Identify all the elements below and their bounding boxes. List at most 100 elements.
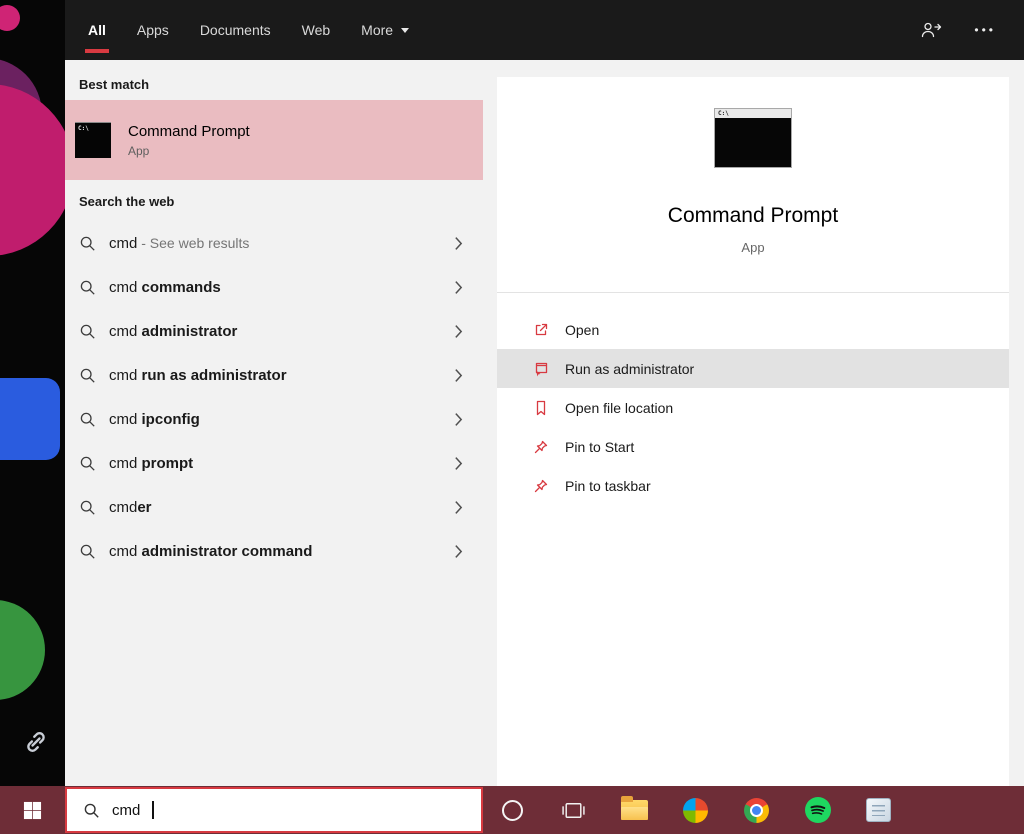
search-icon <box>79 543 96 560</box>
tab-web[interactable]: Web <box>302 0 331 60</box>
preview-card: C:\ Command Prompt App Open Run as admin… <box>497 77 1009 786</box>
best-match-text: Command Prompt App <box>128 123 250 158</box>
wallpaper-green-circle <box>0 600 45 700</box>
taskbar-search-input[interactable]: cmd <box>65 787 483 833</box>
pin-icon <box>533 478 549 494</box>
chevron-right-icon <box>454 544 463 559</box>
chevron-right-icon <box>454 324 463 339</box>
search-suggestion[interactable]: cmder <box>65 485 483 529</box>
app-title: Command Prompt <box>497 204 1009 228</box>
link-icon <box>22 728 50 756</box>
command-prompt-icon-glyph: C:\ <box>78 125 89 132</box>
suggestion-text: cmd administrator <box>109 323 441 340</box>
search-query-text: cmd <box>112 802 140 819</box>
tab-documents-label: Documents <box>200 22 271 38</box>
tab-more[interactable]: More <box>361 0 409 60</box>
file-location-icon <box>533 400 549 416</box>
file-explorer-icon[interactable] <box>604 786 665 834</box>
search-icon <box>79 279 96 296</box>
chevron-right-icon <box>454 280 463 295</box>
cortana-icon[interactable] <box>482 786 543 834</box>
search-icon <box>79 323 96 340</box>
search-suggestion[interactable]: cmd prompt <box>65 441 483 485</box>
windows-logo-icon <box>23 801 42 820</box>
filter-tabs: All Apps Documents Web More <box>65 0 409 60</box>
signin-options-icon[interactable] <box>920 21 942 39</box>
pin-icon <box>533 439 549 455</box>
search-icon <box>83 802 100 819</box>
best-match-header: Best match <box>65 76 483 94</box>
task-view-icon[interactable] <box>543 786 604 834</box>
search-icon <box>79 411 96 428</box>
best-match-title: Command Prompt <box>128 123 250 140</box>
pinwheel-app-icon[interactable] <box>665 786 726 834</box>
tab-all-label: All <box>88 22 106 38</box>
search-suggestion[interactable]: cmd administrator <box>65 309 483 353</box>
search-suggestion[interactable]: cmd commands <box>65 265 483 309</box>
search-icon <box>79 499 96 516</box>
open-icon <box>533 322 549 338</box>
tab-apps-label: Apps <box>137 22 169 38</box>
search-suggestion[interactable]: cmd ipconfig <box>65 397 483 441</box>
action-run-as-administrator[interactable]: Run as administrator <box>497 349 1009 388</box>
command-prompt-icon-large: C:\ <box>714 108 792 168</box>
search-filter-bar: All Apps Documents Web More ••• <box>65 0 1024 60</box>
action-pin-to-taskbar[interactable]: Pin to taskbar <box>497 466 1009 505</box>
action-label: Open file location <box>565 400 673 416</box>
preview-panel: C:\ Command Prompt App Open Run as admin… <box>483 60 1024 786</box>
spotify-icon[interactable] <box>787 786 848 834</box>
wallpaper-pink-blob <box>0 84 65 256</box>
suggestion-text: cmder <box>109 499 441 516</box>
wallpaper-pink-dot <box>0 5 20 31</box>
context-actions: Open Run as administrator Open file loca… <box>497 293 1009 505</box>
pinwheel-shape <box>683 798 708 823</box>
tab-web-label: Web <box>302 22 331 38</box>
suggestion-text: cmd ipconfig <box>109 411 441 428</box>
desktop-wallpaper <box>0 0 65 786</box>
tab-documents[interactable]: Documents <box>200 0 271 60</box>
action-label: Pin to taskbar <box>565 478 651 494</box>
wallpaper-blue-square <box>0 378 60 460</box>
search-suggestion[interactable]: cmd - See web results <box>65 221 483 265</box>
search-icon <box>79 235 96 252</box>
suggestion-text: cmd run as administrator <box>109 367 441 384</box>
start-button[interactable] <box>0 786 65 834</box>
search-suggestion[interactable]: cmd run as administrator <box>65 353 483 397</box>
topbar-actions: ••• <box>920 0 1024 60</box>
notebook-app-icon[interactable] <box>848 786 909 834</box>
suggestion-text: cmd prompt <box>109 455 441 472</box>
text-cursor <box>152 801 154 819</box>
dropdown-arrow-icon <box>401 28 409 33</box>
action-label: Run as administrator <box>565 361 694 377</box>
chevron-right-icon <box>454 500 463 515</box>
search-suggestion[interactable]: cmd administrator command <box>65 529 483 573</box>
command-prompt-icon-titlebar: C:\ <box>715 109 791 118</box>
chrome-shape <box>744 798 769 823</box>
chrome-icon[interactable] <box>726 786 787 834</box>
chevron-right-icon <box>454 412 463 427</box>
suggestion-text: cmd commands <box>109 279 441 296</box>
suggestion-text: cmd administrator command <box>109 543 441 560</box>
action-label: Open <box>565 322 599 338</box>
app-subtitle: App <box>497 240 1009 255</box>
action-open-file-location[interactable]: Open file location <box>497 388 1009 427</box>
search-results-panel: Best match C:\ Command Prompt App Search… <box>65 60 483 786</box>
action-open[interactable]: Open <box>497 310 1009 349</box>
taskbar-icons <box>482 786 909 834</box>
chevron-right-icon <box>454 456 463 471</box>
ellipsis-icon[interactable]: ••• <box>974 23 996 37</box>
command-prompt-icon: C:\ <box>75 122 111 158</box>
chevron-right-icon <box>454 236 463 251</box>
best-match-subtitle: App <box>128 144 250 158</box>
tab-apps[interactable]: Apps <box>137 0 169 60</box>
run-as-admin-icon <box>533 361 549 377</box>
search-icon <box>79 455 96 472</box>
action-pin-to-start[interactable]: Pin to Start <box>497 427 1009 466</box>
tab-more-label: More <box>361 22 393 38</box>
notebook-shape <box>866 798 891 822</box>
taskbar: cmd <box>0 786 1024 834</box>
best-match-item[interactable]: C:\ Command Prompt App <box>65 100 483 180</box>
folder-shape <box>621 800 648 820</box>
tab-all[interactable]: All <box>88 0 106 60</box>
chevron-right-icon <box>454 368 463 383</box>
